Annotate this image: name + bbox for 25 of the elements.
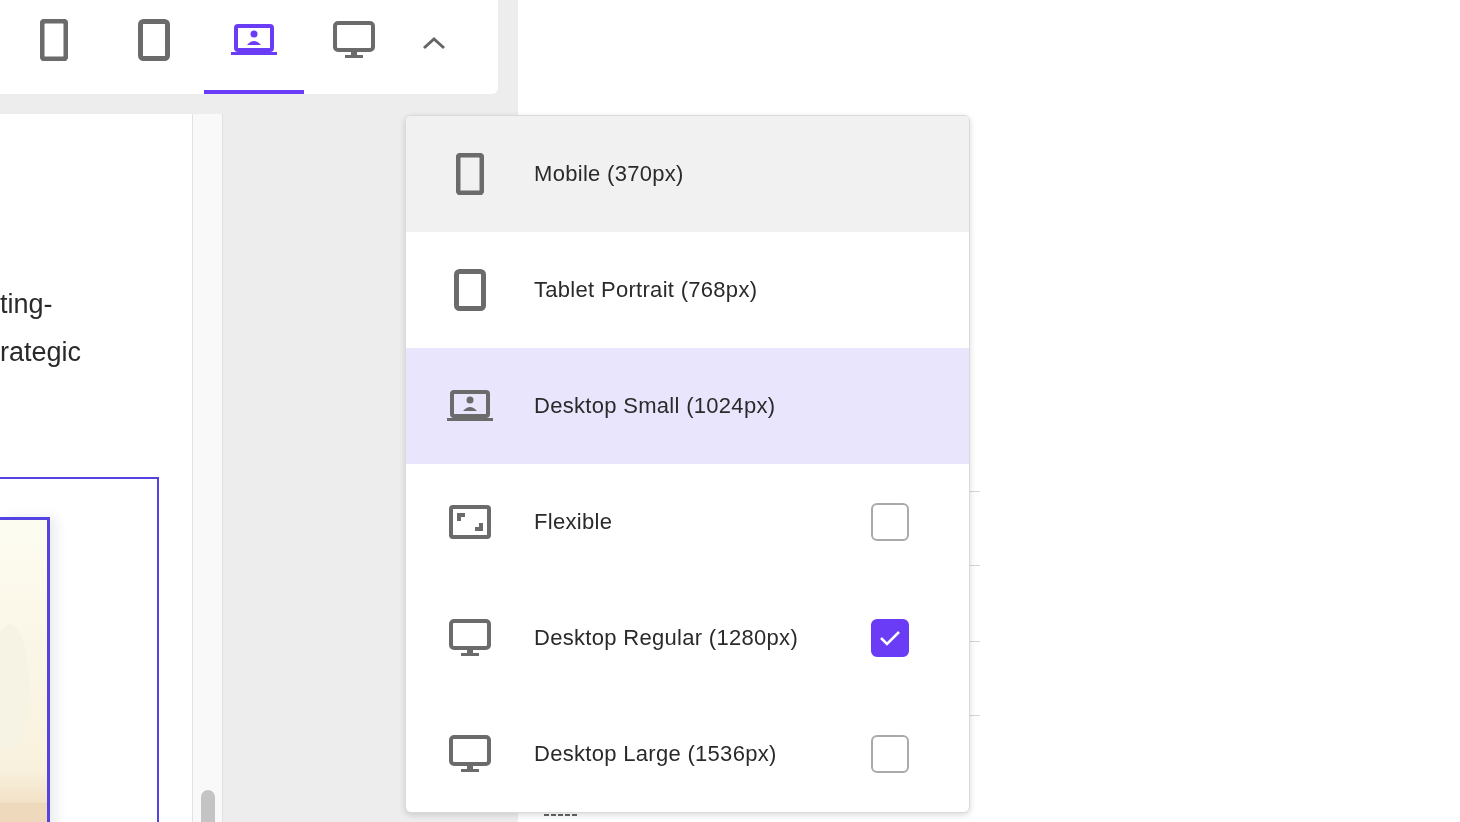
- resize-icon: [449, 505, 491, 539]
- caret-up-icon: [422, 36, 446, 50]
- menu-item[interactable]: Tablet Portrait (768px): [406, 232, 969, 348]
- phone-icon: [456, 153, 484, 195]
- menu-item[interactable]: Mobile (370px): [406, 116, 969, 232]
- menu-item[interactable]: Desktop Large (1536px): [406, 696, 969, 812]
- monitor-icon: [333, 21, 375, 59]
- checkbox[interactable]: [871, 619, 909, 657]
- paragraph-text: ting-: [0, 288, 54, 321]
- monitor-icon: [449, 735, 491, 773]
- menu-item[interactable]: Desktop Regular (1280px): [406, 580, 969, 696]
- scrollbar-thumb[interactable]: [201, 790, 215, 822]
- checkbox[interactable]: [871, 503, 909, 541]
- tablet-icon: [138, 19, 170, 61]
- checkbox[interactable]: [871, 735, 909, 773]
- laptop-icon: [231, 24, 277, 56]
- laptop-icon: [447, 390, 493, 422]
- paragraph-text: rategic: [0, 336, 83, 369]
- check-icon: [878, 629, 902, 647]
- drag-handle-icon: [544, 814, 578, 816]
- phone-icon: [40, 19, 68, 61]
- menu-item[interactable]: Desktop Small (1024px): [406, 348, 969, 464]
- menu-item[interactable]: Flexible: [406, 464, 969, 580]
- monitor-icon: [449, 619, 491, 657]
- tablet-icon: [454, 269, 486, 311]
